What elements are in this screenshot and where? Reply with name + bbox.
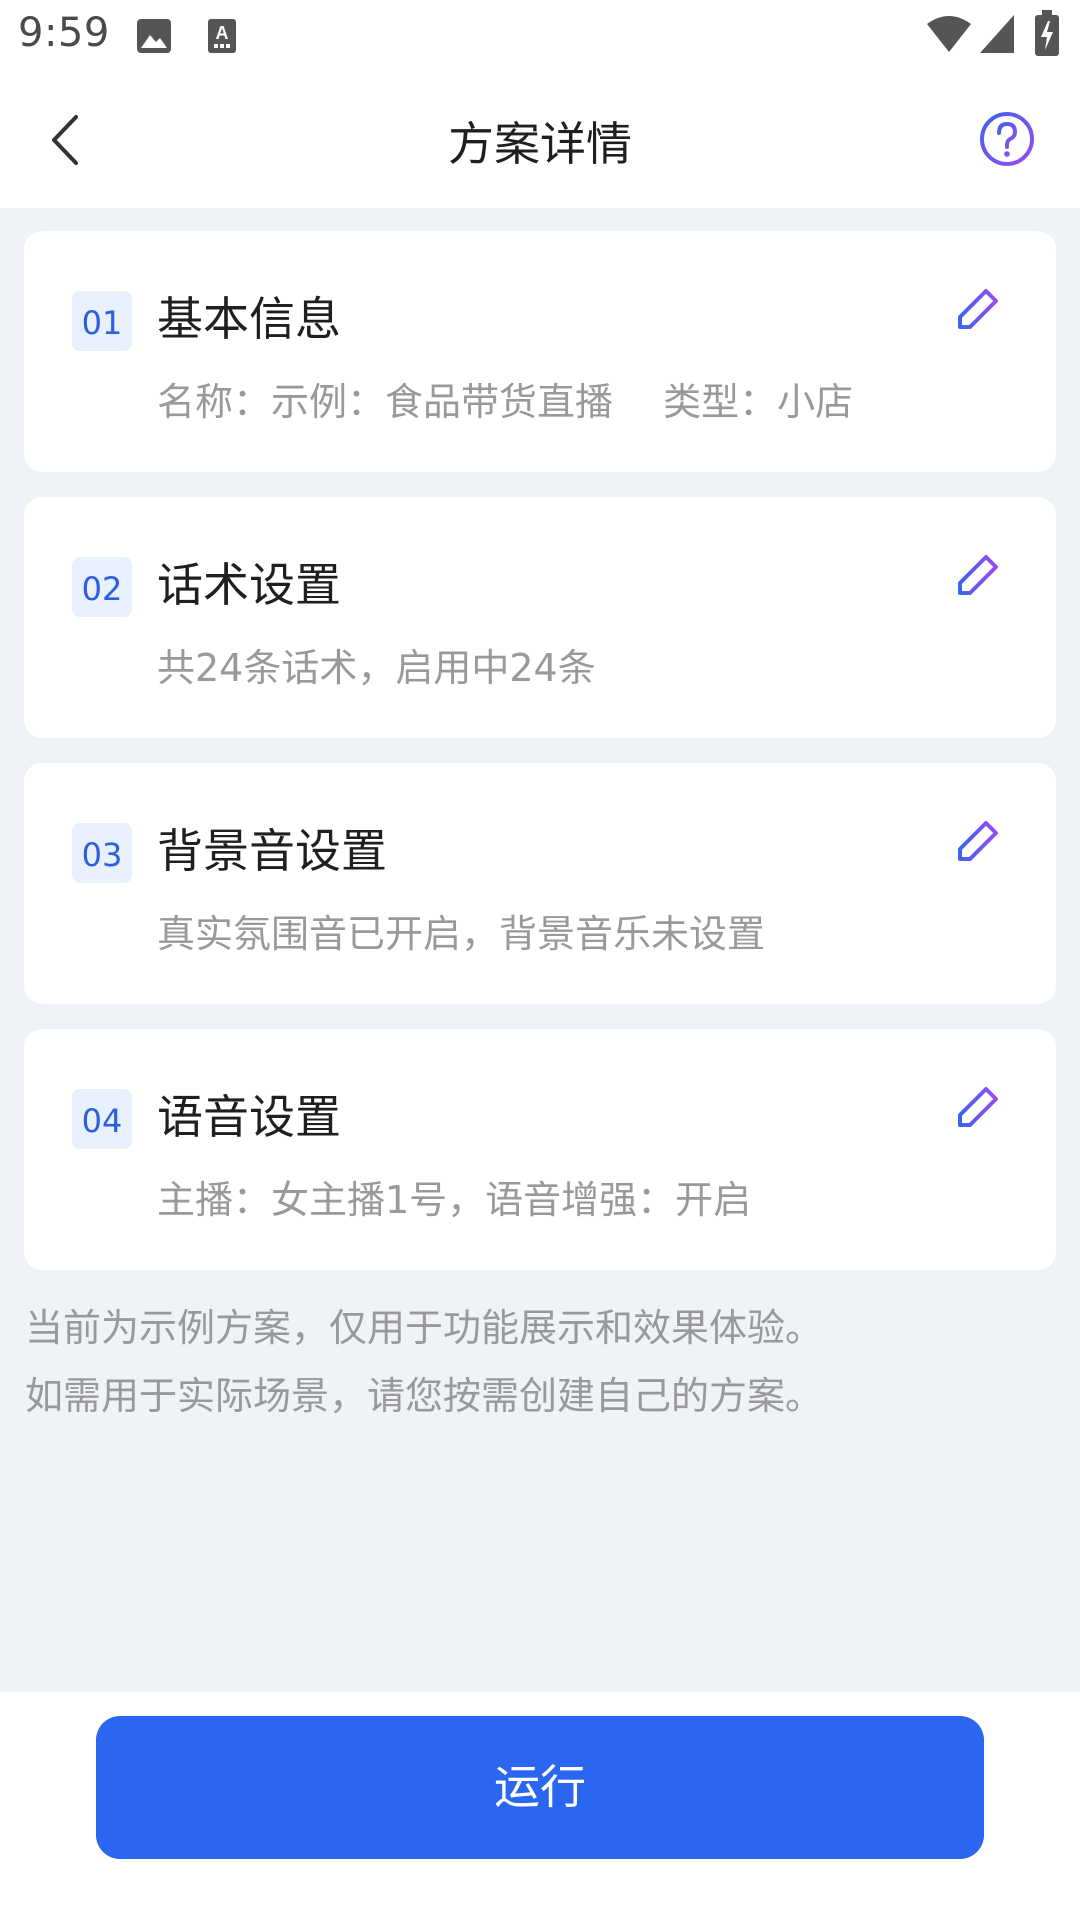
step-number-badge: 01 [72,291,132,351]
image-icon [137,19,171,53]
card-description: 真实氛围音已开启，背景音乐未设置 [157,912,766,956]
text-notification-icon: A [208,19,236,53]
step-number-badge: 03 [72,823,132,883]
wifi-icon [927,16,971,52]
svg-text:A: A [216,23,229,43]
card-background-sound-settings[interactable]: 03 背景音设置 真实氛围音已开启，背景音乐未设置 [24,763,1056,1004]
battery-icon [1035,10,1059,56]
card-description: 主播：女主播1号，语音增强：开启 [157,1178,752,1222]
card-title: 语音设置 [157,1090,341,1144]
pencil-edit-icon[interactable] [952,1081,1008,1143]
step-number-badge: 02 [72,557,132,617]
card-script-settings[interactable]: 02 话术设置 共24条话术，启用中24条 [24,497,1056,738]
pencil-edit-icon[interactable] [952,815,1008,877]
card-description: 名称：示例：食品带货直播 类型：小店 [157,380,854,424]
question-circle-icon[interactable] [978,110,1036,168]
status-time: 9:59 [18,10,110,56]
card-basic-info[interactable]: 01 基本信息 名称：示例：食品带货直播 类型：小店 [24,231,1056,472]
card-description: 共24条话术，启用中24条 [157,646,596,690]
note-line-2: 如需用于实际场景，请您按需创建自己的方案。 [25,1374,824,1418]
status-bar: 9:59 A [0,0,1080,72]
signal-icon [980,15,1014,53]
content-area: 01 基本信息 名称：示例：食品带货直播 类型：小店 02 话术设置 共24条话… [0,208,1080,1692]
card-title: 背景音设置 [157,824,387,878]
header: 方案详情 [0,72,1080,208]
step-number-badge: 04 [72,1089,132,1149]
card-title: 话术设置 [157,558,341,612]
run-button[interactable]: 运行 [96,1716,984,1859]
pencil-edit-icon[interactable] [952,283,1008,345]
card-voice-settings[interactable]: 04 语音设置 主播：女主播1号，语音增强：开启 [24,1029,1056,1270]
card-title: 基本信息 [157,292,341,346]
page-title: 方案详情 [448,117,632,171]
example-plan-note: 当前为示例方案，仅用于功能展示和效果体验。 如需用于实际场景，请您按需创建自己的… [25,1294,823,1430]
note-line-1: 当前为示例方案，仅用于功能展示和效果体验。 [25,1306,824,1350]
pencil-edit-icon[interactable] [952,549,1008,611]
bottom-action-bar: 运行 [0,1692,1080,1920]
